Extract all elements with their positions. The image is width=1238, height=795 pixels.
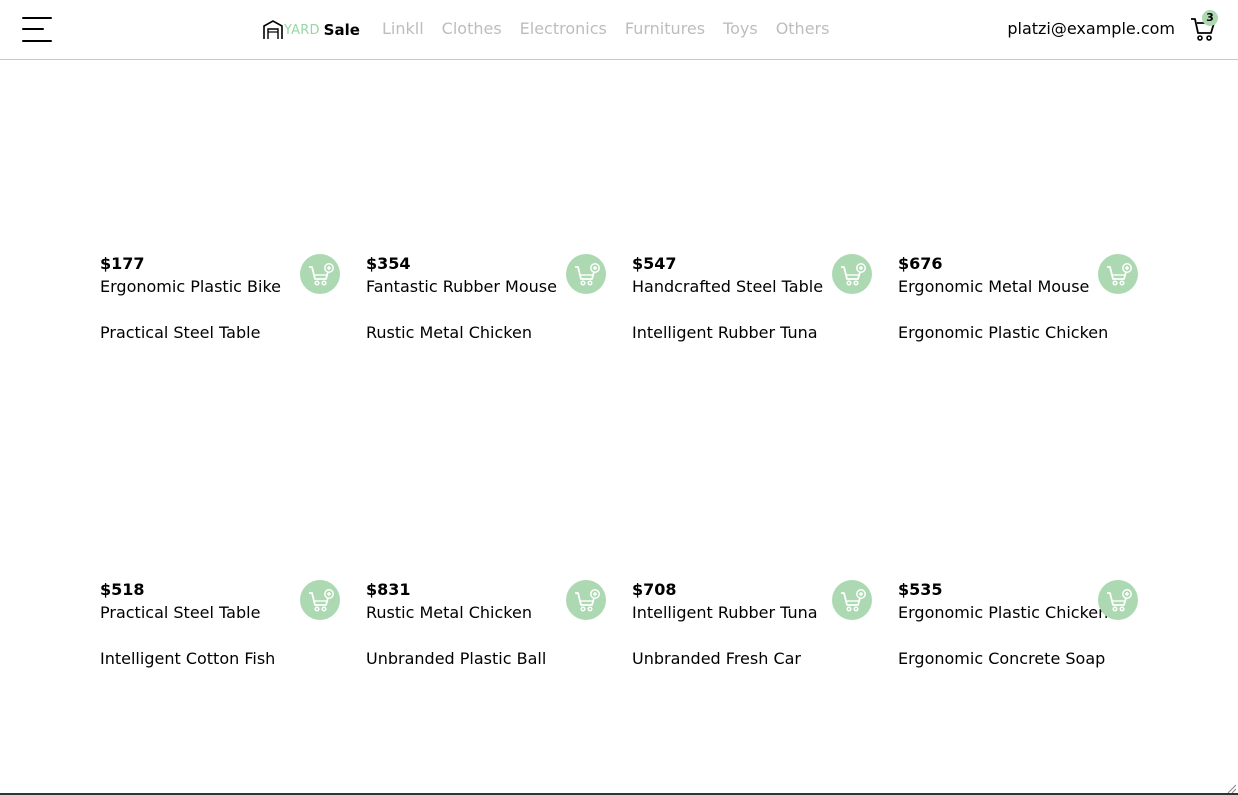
product-image[interactable] <box>366 70 606 250</box>
resize-grip-icon[interactable] <box>1226 783 1236 793</box>
add-to-cart-icon <box>1107 589 1132 612</box>
product-price: $831 <box>366 580 411 599</box>
product-price: $676 <box>898 254 943 273</box>
product-card[interactable]: $535 Ergonomic Plastic Chicken Ergonomic… <box>898 396 1138 722</box>
category-nav: Linkll Clothes Electronics Furnitures To… <box>382 19 847 38</box>
nav-link-toys[interactable]: Toys <box>723 19 758 38</box>
yard-sale-logo[interactable]: YARD Sale <box>263 18 360 42</box>
product-secondary-text: Rustic Metal Chicken <box>366 323 532 342</box>
nav-link-furnitures[interactable]: Furnitures <box>625 19 705 38</box>
product-name: Ergonomic Plastic Chicken <box>898 603 1109 622</box>
product-secondary-text: Unbranded Plastic Ball <box>366 649 547 668</box>
hamburger-menu-icon[interactable] <box>22 16 54 44</box>
add-to-cart-button[interactable] <box>832 254 872 294</box>
product-card[interactable]: $547 Handcrafted Steel Table Intelligent… <box>632 70 872 396</box>
add-to-cart-icon <box>841 589 866 612</box>
product-image[interactable] <box>898 396 1138 576</box>
product-image[interactable] <box>100 396 340 576</box>
add-to-cart-button[interactable] <box>300 254 340 294</box>
add-to-cart-button[interactable] <box>566 580 606 620</box>
add-to-cart-button[interactable] <box>832 580 872 620</box>
product-name: Ergonomic Metal Mouse <box>898 277 1090 296</box>
product-image[interactable] <box>100 70 340 250</box>
product-name: Intelligent Rubber Tuna <box>632 603 818 622</box>
product-card[interactable]: $518 Practical Steel Table Intelligent C… <box>100 396 340 722</box>
nav-link-electronics[interactable]: Electronics <box>520 19 607 38</box>
add-to-cart-icon <box>309 589 334 612</box>
add-to-cart-button[interactable] <box>300 580 340 620</box>
top-navbar: YARD Sale Linkll Clothes Electronics Fur… <box>0 0 1238 60</box>
product-price: $547 <box>632 254 677 273</box>
add-to-cart-icon <box>309 263 334 286</box>
product-secondary-text: Ergonomic Plastic Chicken <box>898 323 1109 342</box>
user-email[interactable]: platzi@example.com <box>1007 19 1175 38</box>
product-image[interactable] <box>632 70 872 250</box>
product-secondary-text: Intelligent Rubber Tuna <box>632 323 818 342</box>
add-to-cart-icon <box>575 589 600 612</box>
add-to-cart-icon <box>575 263 600 286</box>
product-card[interactable]: $676 Ergonomic Metal Mouse Ergonomic Pla… <box>898 70 1138 396</box>
product-secondary-text: Unbranded Fresh Car <box>632 649 801 668</box>
product-card[interactable]: $177 Ergonomic Plastic Bike Practical St… <box>100 70 340 396</box>
product-name: Fantastic Rubber Mouse <box>366 277 557 296</box>
product-name: Ergonomic Plastic Bike <box>100 277 281 296</box>
nav-link-clothes[interactable]: Clothes <box>442 19 502 38</box>
product-card[interactable]: $354 Fantastic Rubber Mouse Rustic Metal… <box>366 70 606 396</box>
product-image[interactable] <box>366 396 606 576</box>
add-to-cart-icon <box>841 263 866 286</box>
cart-count-badge: 3 <box>1202 10 1218 26</box>
product-price: $354 <box>366 254 411 273</box>
product-price: $535 <box>898 580 943 599</box>
product-name: Practical Steel Table <box>100 603 261 622</box>
product-price: $708 <box>632 580 677 599</box>
product-price: $518 <box>100 580 145 599</box>
product-price: $177 <box>100 254 145 273</box>
product-card[interactable]: $708 Intelligent Rubber Tuna Unbranded F… <box>632 396 872 722</box>
nav-link-others[interactable]: Others <box>776 19 830 38</box>
product-secondary-text: Intelligent Cotton Fish <box>100 649 276 668</box>
product-name: Handcrafted Steel Table <box>632 277 824 296</box>
product-image[interactable] <box>898 70 1138 250</box>
product-secondary-text: Practical Steel Table <box>100 323 261 342</box>
logo-sale-text: Sale <box>323 21 360 39</box>
product-secondary-text: Ergonomic Concrete Soap <box>898 649 1106 668</box>
add-to-cart-button[interactable] <box>566 254 606 294</box>
product-name: Rustic Metal Chicken <box>366 603 532 622</box>
garage-logo-icon <box>263 20 283 39</box>
page: YARD Sale Linkll Clothes Electronics Fur… <box>0 0 1238 795</box>
add-to-cart-icon <box>1107 263 1132 286</box>
product-image[interactable] <box>632 396 872 576</box>
logo-yard-text: YARD <box>284 22 320 38</box>
product-card[interactable]: $831 Rustic Metal Chicken Unbranded Plas… <box>366 396 606 722</box>
nav-link-linkll[interactable]: Linkll <box>382 19 424 38</box>
add-to-cart-button[interactable] <box>1098 580 1138 620</box>
add-to-cart-button[interactable] <box>1098 254 1138 294</box>
